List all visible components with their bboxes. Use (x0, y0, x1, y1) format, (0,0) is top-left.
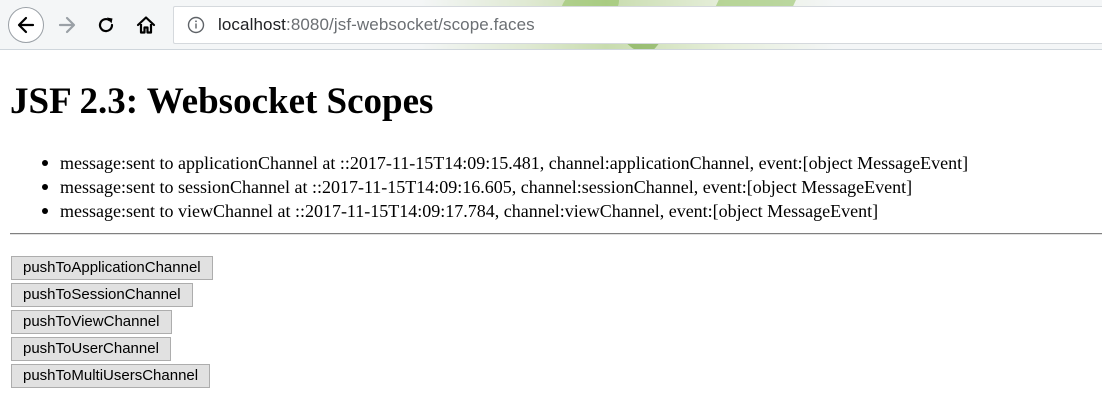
browser-toolbar: localhost:8080/jsf-websocket/scope.faces (0, 0, 1102, 50)
url-text[interactable]: localhost:8080/jsf-websocket/scope.faces (218, 15, 535, 35)
home-button[interactable] (128, 7, 164, 43)
list-item: message:sent to viewChannel at ::2017-11… (41, 199, 968, 223)
push-to-session-channel-button[interactable]: pushToSessionChannel (11, 283, 193, 307)
url-host: localhost (218, 15, 286, 34)
push-to-view-channel-button[interactable]: pushToViewChannel (11, 310, 172, 334)
back-arrow-icon (17, 16, 35, 34)
info-icon[interactable] (186, 15, 206, 35)
push-to-application-channel-button[interactable]: pushToApplicationChannel (11, 256, 213, 280)
back-button[interactable] (8, 7, 44, 43)
list-item: message:sent to applicationChannel at ::… (41, 153, 969, 173)
page-title: JSF 2.3: Websocket Scopes (10, 81, 434, 122)
forward-arrow-icon (58, 16, 76, 34)
push-to-user-channel-button[interactable]: pushToUserChannel (11, 337, 171, 361)
reload-button[interactable] (88, 7, 124, 43)
address-bar[interactable]: localhost:8080/jsf-websocket/scope.faces (173, 6, 1102, 44)
divider (10, 233, 1102, 235)
button-group: pushToApplicationChannel pushToSessionCh… (11, 256, 213, 388)
list-item: message:sent to sessionChannel at ::2017… (41, 175, 968, 199)
url-path: :8080/jsf-websocket/scope.faces (286, 15, 535, 34)
message-list: message:sent to applicationChannel at ::… (41, 151, 969, 223)
forward-button[interactable] (49, 7, 85, 43)
home-icon (136, 16, 156, 34)
reload-icon (98, 17, 114, 33)
push-to-multi-users-channel-button[interactable]: pushToMultiUsersChannel (11, 364, 211, 388)
